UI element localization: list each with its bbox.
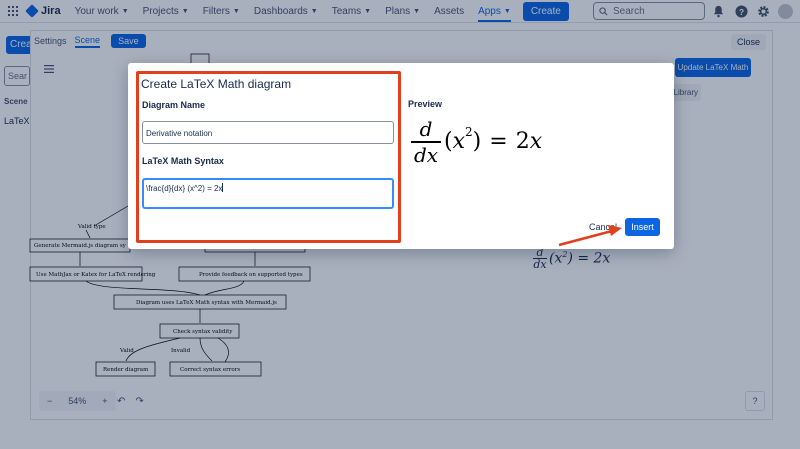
latex-syntax-label: LaTeX Math Syntax	[142, 156, 224, 166]
preview-label: Preview	[408, 99, 443, 109]
latex-syntax-field[interactable]: \frac{d}{dx} (x^2) = 2x	[142, 178, 394, 209]
diagram-name-field[interactable]: Derivative notation	[142, 121, 394, 144]
modal-title: Create LaTeX Math diagram	[141, 77, 292, 91]
preview-formula: d dx (x 2) = 2 x	[411, 118, 542, 166]
insert-button[interactable]: Insert	[625, 218, 660, 236]
latex-syntax-value: \frac{d}{dx} (x^2) = 2x	[146, 184, 223, 193]
diagram-name-label: Diagram Name	[142, 100, 206, 110]
derivative-fraction: d dx	[411, 118, 441, 166]
cancel-button[interactable]: Cancel	[586, 219, 620, 235]
text-caret	[222, 183, 224, 192]
